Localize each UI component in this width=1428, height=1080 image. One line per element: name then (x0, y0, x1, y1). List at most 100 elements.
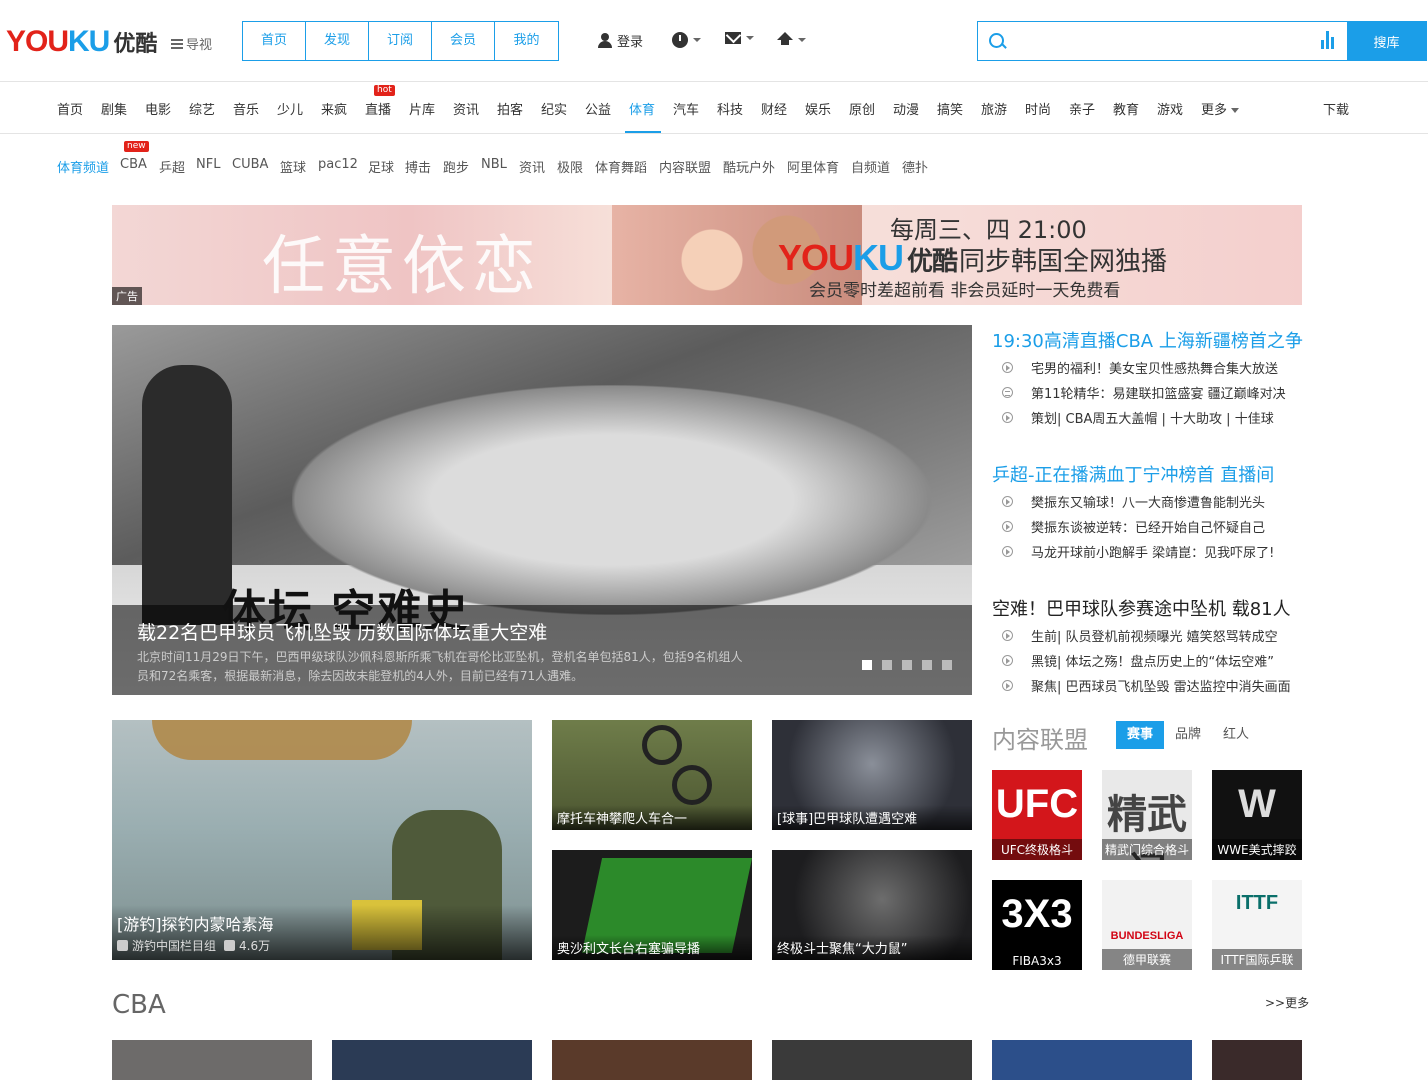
download-link[interactable]: 下载 (1323, 99, 1349, 118)
alliance-brand-card[interactable]: 精武门精武门综合格斗 (1102, 770, 1192, 860)
subnav-dance[interactable]: 体育舞蹈 (595, 157, 647, 176)
channel-live[interactable]: 直播 (365, 99, 391, 118)
channel-fashion[interactable]: 时尚 (1025, 99, 1051, 118)
slider-dot[interactable] (922, 660, 932, 670)
channel-library[interactable]: 片库 (409, 99, 435, 118)
video-card-crash[interactable]: [球事]巴甲球队遭遇空难 (772, 720, 972, 830)
topnav-mine[interactable]: 我的 (495, 22, 558, 60)
cba-video-thumb[interactable] (112, 1040, 312, 1080)
news-item[interactable]: 樊振东谈被逆转：已经开始自己怀疑自己 (1002, 517, 1265, 536)
news-item[interactable]: 聚焦| 巴西球员飞机坠毁 雷达监控中消失画面 (1002, 676, 1291, 695)
channel-home[interactable]: 首页 (57, 99, 83, 118)
channel-auto[interactable]: 汽车 (673, 99, 699, 118)
channel-charity[interactable]: 公益 (585, 99, 611, 118)
slider-dot[interactable] (942, 660, 952, 670)
subnav-cuba[interactable]: CUBA (232, 157, 268, 172)
search-input[interactable] (1012, 22, 1311, 60)
subnav-alisports[interactable]: 阿里体育 (787, 157, 839, 176)
channel-documentary[interactable]: 纪实 (541, 99, 567, 118)
news-headline[interactable]: 空难！巴甲球队参赛途中坠机 载81人 (992, 595, 1291, 621)
channel-games[interactable]: 游戏 (1157, 99, 1183, 118)
channel-education[interactable]: 教育 (1113, 99, 1139, 118)
topnav-discover[interactable]: 发现 (306, 22, 369, 60)
subnav-sports-channel[interactable]: 体育频道 (57, 157, 109, 176)
alliance-brand-card[interactable]: 3X3 FIBA3x3 (992, 880, 1082, 970)
cba-more-link[interactable]: >>更多 (1265, 994, 1309, 1011)
subnav-running[interactable]: 跑步 (443, 157, 469, 176)
cba-video-thumb[interactable] (332, 1040, 532, 1080)
alliance-tab-influencers[interactable]: 红人 (1214, 721, 1258, 749)
news-item[interactable]: 策划| CBA周五大盖帽 | 十大助攻 | 十佳球 (1002, 408, 1274, 427)
hero-title[interactable]: 载22名巴甲球员飞机坠毁 历数国际体坛重大空难 (137, 618, 547, 645)
alliance-brand-card[interactable]: W WWE美式摔跤 (1212, 770, 1302, 860)
channel-parenting[interactable]: 亲子 (1069, 99, 1095, 118)
login-button[interactable]: 登录 (598, 31, 643, 50)
video-card-fishing[interactable]: [游钓]探钓内蒙哈素海 游钓中国栏目组 4.6万 (112, 720, 532, 960)
news-item[interactable]: 马龙开球前小跑解手 梁靖崑：见我吓尿了! (1002, 542, 1274, 561)
news-item[interactable]: 樊振东又输球！八一大商惨遭鲁能制光头 (1002, 492, 1265, 511)
channel-tech[interactable]: 科技 (717, 99, 743, 118)
ad-banner[interactable]: 任意依恋 每周三、四 21:00 YOUKU 优酷 同步韩国全网独播 会员零时差超… (112, 205, 1302, 305)
cba-video-thumb[interactable] (552, 1040, 752, 1080)
channel-finance[interactable]: 财经 (761, 99, 787, 118)
voice-search-icon[interactable] (1311, 22, 1347, 60)
topnav-subscribe[interactable]: 订阅 (369, 22, 432, 60)
alliance-brand-card[interactable]: UFC UFC终极格斗 (992, 770, 1082, 860)
slider-dot[interactable] (882, 660, 892, 670)
subnav-pac12[interactable]: pac12 (318, 157, 358, 172)
alliance-tab-events[interactable]: 赛事 (1116, 721, 1164, 749)
channel-original[interactable]: 原创 (849, 99, 875, 118)
channel-laifeng[interactable]: 来疯 (321, 99, 347, 118)
video-card-ufc[interactable]: 终极斗士聚焦“大力鼠” (772, 850, 972, 960)
video-uploader[interactable]: 游钓中国栏目组 (132, 937, 216, 954)
subnav-extreme[interactable]: 极限 (557, 157, 583, 176)
channel-music[interactable]: 音乐 (233, 99, 259, 118)
subnav-nfl[interactable]: NFL (196, 157, 220, 172)
news-item[interactable]: 第11轮精华：易建联扣篮盛宴 疆辽巅峰对决 (1002, 383, 1286, 402)
channel-paike[interactable]: 拍客 (497, 99, 523, 118)
cba-video-thumb[interactable] (992, 1040, 1192, 1080)
message-menu[interactable] (725, 32, 754, 44)
video-card-moto[interactable]: 摩托车神攀爬人车合一 (552, 720, 752, 830)
youku-logo[interactable]: YOU KU 优酷 (6, 24, 157, 60)
channel-movie[interactable]: 电影 (145, 99, 171, 118)
cba-video-thumb[interactable] (772, 1040, 972, 1080)
alliance-brand-card[interactable]: ITTF ITTF国际乒联 (1212, 880, 1302, 970)
subnav-outdoor[interactable]: 酷玩户外 (723, 157, 775, 176)
subnav-pingchao[interactable]: 乒超 (159, 157, 185, 176)
subnav-news[interactable]: 资讯 (519, 157, 545, 176)
subnav-football[interactable]: 足球 (368, 157, 394, 176)
history-menu[interactable] (672, 32, 701, 48)
subnav-texas-poker[interactable]: 德扑 (902, 157, 928, 176)
channel-news[interactable]: 资讯 (453, 99, 479, 118)
subnav-alliance[interactable]: 内容联盟 (659, 157, 711, 176)
channel-funny[interactable]: 搞笑 (937, 99, 963, 118)
channel-more[interactable]: 更多 (1201, 99, 1240, 118)
subnav-nbl[interactable]: NBL (481, 157, 507, 172)
news-headline[interactable]: 乒超-正在播满血丁宁冲榜首 直播间 (992, 461, 1274, 487)
channel-anime[interactable]: 动漫 (893, 99, 919, 118)
search-button[interactable]: 搜库 (1347, 22, 1426, 60)
channel-sports[interactable]: 体育 (629, 99, 655, 118)
subnav-basketball[interactable]: 篮球 (280, 157, 306, 176)
video-card-snooker[interactable]: 奥沙利文长台右塞骗导播 (552, 850, 752, 960)
news-headline[interactable]: 19:30高清直播CBA 上海新疆榜首之争 (992, 327, 1303, 353)
alliance-brand-card[interactable]: BUNDESLIGA 德甲联赛 (1102, 880, 1192, 970)
channel-entertainment[interactable]: 娱乐 (805, 99, 831, 118)
upload-menu[interactable] (777, 32, 806, 47)
guide-button[interactable]: 导视 (171, 34, 212, 53)
channel-travel[interactable]: 旅游 (981, 99, 1007, 118)
channel-drama[interactable]: 剧集 (101, 99, 127, 118)
topnav-home[interactable]: 首页 (243, 22, 306, 60)
news-item[interactable]: 生前| 队员登机前视频曝光 嬉笑怒骂转成空 (1002, 626, 1278, 645)
hero-slider[interactable]: 体坛 空难史 载22名巴甲球员飞机坠毁 历数国际体坛重大空难 北京时间11月29… (112, 325, 972, 695)
slider-dot[interactable] (902, 660, 912, 670)
channel-variety[interactable]: 综艺 (189, 99, 215, 118)
channel-kids[interactable]: 少儿 (277, 99, 303, 118)
news-item[interactable]: 宅男的福利！美女宝贝性感热舞合集大放送 (1002, 358, 1278, 377)
news-item[interactable]: 黑镜| 体坛之殇！盘点历史上的“体坛空难” (1002, 651, 1274, 670)
subnav-self-channel[interactable]: 自频道 (851, 157, 890, 176)
slider-dot[interactable] (862, 660, 872, 670)
subnav-cba[interactable]: CBA (120, 157, 147, 172)
topnav-vip[interactable]: 会员 (432, 22, 495, 60)
